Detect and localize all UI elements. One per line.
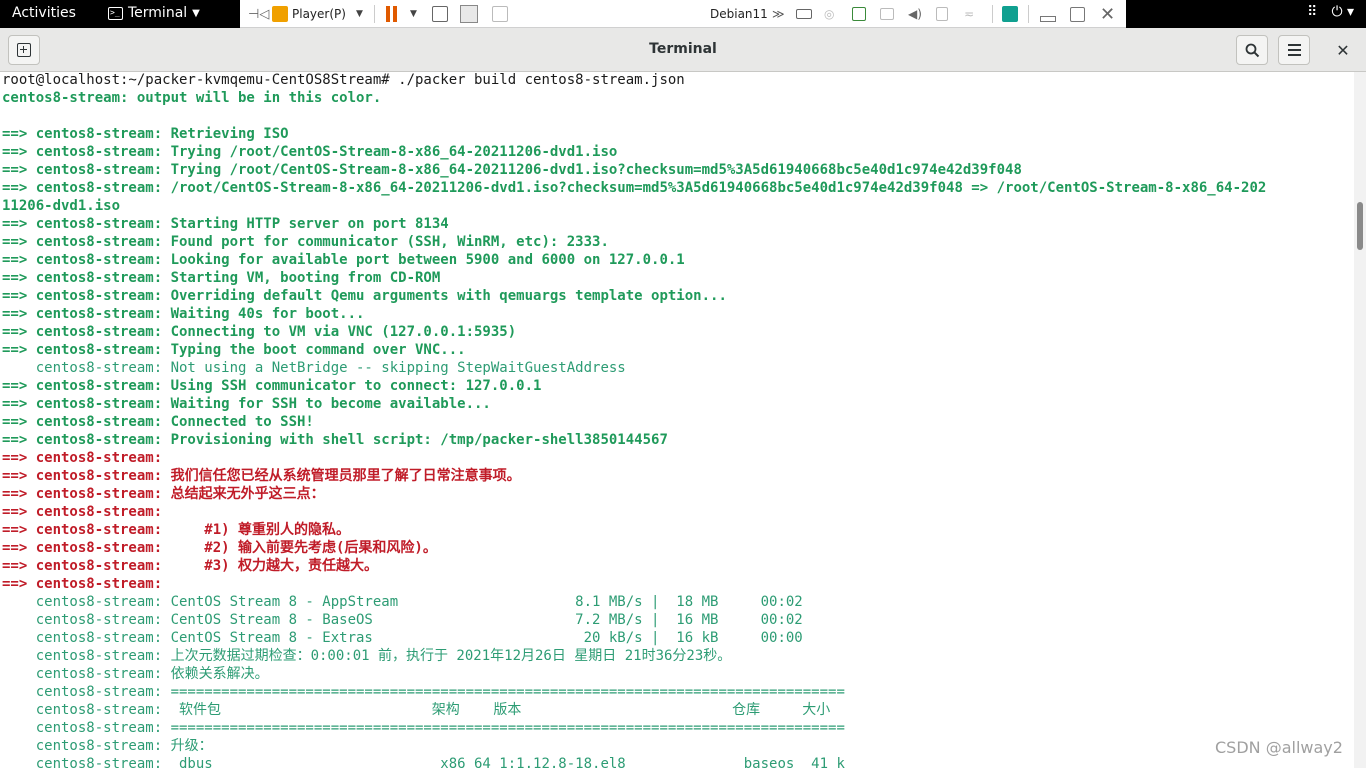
- menu-button[interactable]: [1278, 35, 1310, 65]
- terminal-line: ==> centos8-stream: Waiting for SSH to b…: [2, 396, 491, 412]
- toolbar-divider: [1028, 5, 1029, 23]
- activities-button[interactable]: Activities: [12, 5, 76, 21]
- player-menu[interactable]: Player(P): [272, 4, 346, 24]
- sound-icon[interactable]: ◀): [908, 4, 922, 24]
- pause-icon: [386, 6, 397, 22]
- terminal-line: centos8-stream: Not using a NetBridge --…: [2, 360, 626, 376]
- terminal-icon: >_: [108, 6, 123, 20]
- message-icon: [1002, 6, 1018, 22]
- network-icon[interactable]: ⠿: [1307, 4, 1317, 20]
- pause-button[interactable]: [386, 4, 397, 24]
- terminal-line: ==> centos8-stream:: [2, 576, 163, 592]
- terminal-line: centos8-stream: ========================…: [2, 684, 845, 700]
- unity-icon: [492, 6, 508, 22]
- minimize-button[interactable]: [1040, 4, 1056, 24]
- terminal-line: centos8-stream: CentOS Stream 8 - BaseOS…: [2, 612, 803, 628]
- terminal-line: 11206-dvd1.iso: [2, 198, 121, 214]
- terminal-scrollbar[interactable]: [1354, 72, 1366, 768]
- terminal-line: centos8-stream: 软件包 架构 版本 仓库 大小: [2, 702, 831, 718]
- computer-icon: [432, 6, 448, 22]
- terminal-line: ==> centos8-stream: 我们信任您已经从系统管理员那里了解了日常…: [2, 468, 521, 484]
- terminal-header-bar: Terminal ✕: [0, 28, 1366, 72]
- hamburger-icon: [1287, 44, 1301, 56]
- terminal-line: ==> centos8-stream: Trying /root/CentOS-…: [2, 144, 618, 160]
- toolbar-divider: [374, 5, 375, 23]
- terminal-line: centos8-stream: ========================…: [2, 720, 845, 736]
- network-adapter-icon[interactable]: [852, 4, 866, 24]
- terminal-line: ==> centos8-stream: Looking for availabl…: [2, 252, 685, 268]
- terminal-line: centos8-stream: 上次元数据过期检查：0:00:01 前，执行于 …: [2, 648, 732, 664]
- terminal-line: ==> centos8-stream: Starting HTTP server…: [2, 216, 449, 232]
- vm-name: Debian11: [710, 4, 768, 24]
- pause-chevron-icon[interactable]: ▼: [410, 4, 417, 24]
- terminal-line: ==> centos8-stream: Provisioning with sh…: [2, 432, 668, 448]
- terminal-line: centos8-stream: CentOS Stream 8 - Extras…: [2, 630, 803, 646]
- terminal-output[interactable]: root@localhost:~/packer-kvmqemu-CentOS8S…: [0, 72, 1354, 768]
- terminal-line: ==> centos8-stream: #3) 权力越大，责任越大。: [2, 558, 379, 574]
- terminal-line: ==> centos8-stream:: [2, 504, 163, 520]
- terminal-line: ==> centos8-stream: Using SSH communicat…: [2, 378, 542, 394]
- terminal-line: root@localhost:~/packer-kvmqemu-CentOS8S…: [2, 72, 685, 88]
- fullscreen-button[interactable]: [460, 4, 478, 24]
- terminal-line: centos8-stream: 升级：: [2, 738, 213, 754]
- vmware-toolbar: ⊣◁ Player(P) ▼ ▼ Debian11 ≫ ◎ ◀) ≂ ✕: [240, 0, 1126, 28]
- send-ctrl-alt-del-button[interactable]: [432, 4, 448, 24]
- usb-icon[interactable]: [936, 4, 948, 24]
- message-log-button[interactable]: [1002, 4, 1018, 24]
- fullscreen-icon: [460, 5, 478, 23]
- terminal-line: ==> centos8-stream: Overriding default Q…: [2, 288, 727, 304]
- app-menu-label: Terminal: [128, 5, 188, 21]
- player-menu-label: Player(P): [292, 7, 346, 21]
- scroll-thumb[interactable]: [1357, 202, 1363, 250]
- pin-icon[interactable]: ⊣◁: [248, 4, 269, 24]
- floppy-icon[interactable]: ≂: [964, 4, 974, 24]
- terminal-line: ==> centos8-stream: Waiting 40s for boot…: [2, 306, 365, 322]
- chevron-down-icon: ▼: [192, 7, 200, 19]
- terminal-line: centos8-stream: CentOS Stream 8 - AppStr…: [2, 594, 803, 610]
- cdrom-icon[interactable]: ◎: [824, 4, 834, 24]
- vm-name-label: Debian11: [710, 7, 768, 21]
- search-button[interactable]: [1236, 35, 1268, 65]
- power-icon[interactable]: ⏻ ▾: [1331, 4, 1354, 20]
- terminal-line: ==> centos8-stream: Retrieving ISO: [2, 126, 289, 142]
- terminal-line: ==> centos8-stream: Found port for commu…: [2, 234, 609, 250]
- terminal-line: ==> centos8-stream: Trying /root/CentOS-…: [2, 162, 1022, 178]
- app-menu[interactable]: >_ Terminal ▼: [108, 5, 200, 21]
- terminal-lines: root@localhost:~/packer-kvmqemu-CentOS8S…: [2, 72, 1266, 768]
- minimize-icon: [1040, 16, 1056, 22]
- terminal-line: ==> centos8-stream: Connected to SSH!: [2, 414, 314, 430]
- more-devices-icon[interactable]: ≫: [772, 4, 785, 24]
- terminal-line: ==> centos8-stream: #1) 尊重别人的隐私。: [2, 522, 351, 538]
- terminal-line: centos8-stream: output will be in this c…: [2, 90, 382, 106]
- terminal-line: ==> centos8-stream: #2) 输入前要先考虑(后果和风险)。: [2, 540, 437, 556]
- watermark: CSDN @allway2: [1215, 738, 1343, 757]
- terminal-line: ==> centos8-stream: Typing the boot comm…: [2, 342, 466, 358]
- unity-button[interactable]: [492, 4, 508, 24]
- terminal-line: ==> centos8-stream: Starting VM, booting…: [2, 270, 441, 286]
- maximize-icon: [1070, 6, 1085, 22]
- player-menu-chevron-icon[interactable]: ▼: [356, 4, 363, 24]
- close-icon: ✕: [1336, 40, 1350, 60]
- terminal-line: ==> centos8-stream: /root/CentOS-Stream-…: [2, 180, 1267, 196]
- window-title: Terminal: [649, 41, 717, 57]
- hard-disk-icon[interactable]: [796, 4, 812, 24]
- terminal-line: ==> centos8-stream: 总结起来无外乎这三点：: [2, 486, 325, 502]
- terminal-line: ==> centos8-stream: Connecting to VM via…: [2, 324, 517, 340]
- close-icon: ✕: [1100, 3, 1116, 25]
- terminal-line: centos8-stream: 依赖关系解决。: [2, 666, 269, 682]
- vm-close-button[interactable]: ✕: [1100, 3, 1116, 25]
- player-icon: [272, 6, 288, 22]
- toolbar-divider: [992, 5, 993, 23]
- search-icon: [1245, 43, 1259, 57]
- maximize-button[interactable]: [1070, 4, 1085, 24]
- printer-icon[interactable]: [880, 4, 894, 24]
- terminal-line: ==> centos8-stream:: [2, 450, 163, 466]
- terminal-line: centos8-stream: dbus x86_64 1:1.12.8-18.…: [2, 756, 845, 768]
- window-close-button[interactable]: ✕: [1330, 37, 1356, 63]
- system-tray: ⠿ ⏻ ▾: [1307, 4, 1354, 20]
